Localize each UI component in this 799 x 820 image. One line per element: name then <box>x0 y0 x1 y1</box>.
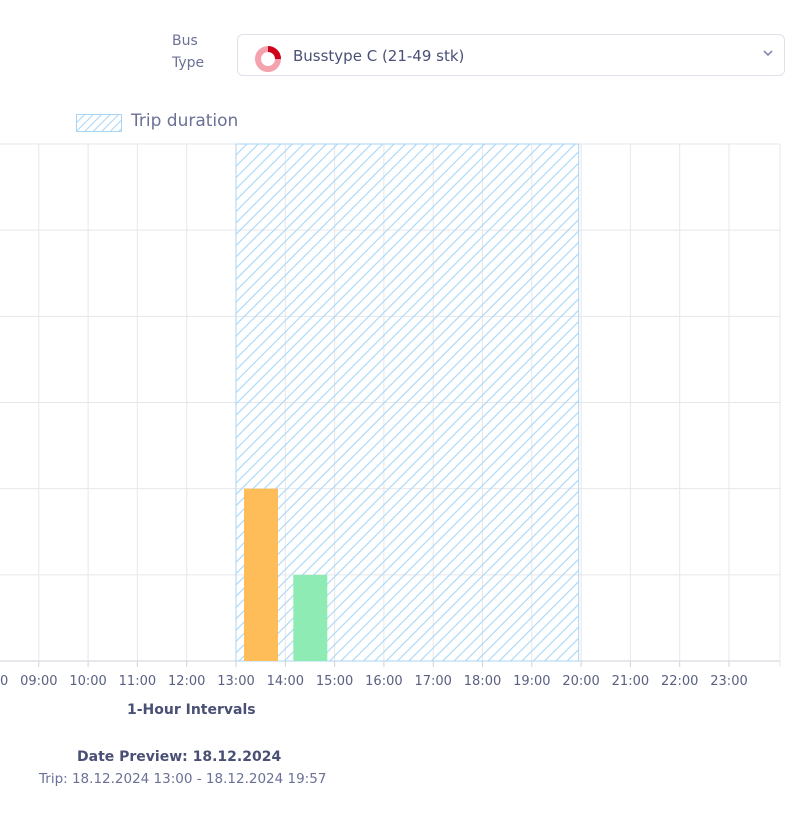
bus-type-label: Bus Type <box>172 33 205 71</box>
x-tick-label: 10:00 <box>69 674 106 689</box>
x-axis-ticks: 08:00 09:00 10:00 11:00 12:00 13:00 14:00 15:00… <box>0 661 748 689</box>
bus-type-selected-value: Busstype C (21-49 stk) <box>293 47 465 65</box>
trip-range: Trip: 18.12.2024 13:00 - 18.12.2024 19:5… <box>39 771 327 787</box>
x-tick-label: 15:00 <box>316 674 353 689</box>
bar-1300 <box>244 488 278 661</box>
x-tick-label: 23:00 <box>710 674 747 689</box>
donut-ring-icon <box>255 46 281 72</box>
bar-1400 <box>293 574 328 661</box>
bus-type-select[interactable]: Busstype C (21-49 stk) <box>237 34 785 76</box>
x-axis-title: 1-Hour Intervals <box>127 702 256 718</box>
trip-duration-area <box>235 143 580 662</box>
x-tick-label: 12:00 <box>168 674 205 689</box>
x-tick-label: 21:00 <box>612 674 649 689</box>
x-tick-label: 18:00 <box>464 674 501 689</box>
chevron-down-icon <box>763 50 773 57</box>
x-tick-label: 09:00 <box>20 674 57 689</box>
bar-chart: 08:00 09:00 10:00 11:00 12:00 13:00 14:00 15:00… <box>0 143 781 689</box>
x-tick-label: 14:00 <box>267 674 304 689</box>
x-tick-label: 19:00 <box>513 674 550 689</box>
x-tick-label: 11:00 <box>119 674 156 689</box>
legend-label-trip-duration: Trip duration <box>131 111 239 131</box>
x-tick-label: 08:00 <box>0 674 8 689</box>
x-tick-label: 22:00 <box>661 674 698 689</box>
x-tick-label: 20:00 <box>562 674 599 689</box>
x-tick-label: 13:00 <box>217 674 254 689</box>
x-tick-label: 17:00 <box>414 674 451 689</box>
x-tick-label: 16:00 <box>365 674 402 689</box>
date-preview: Date Preview: 18.12.2024 <box>77 749 282 765</box>
trip-duration-span <box>235 143 580 662</box>
